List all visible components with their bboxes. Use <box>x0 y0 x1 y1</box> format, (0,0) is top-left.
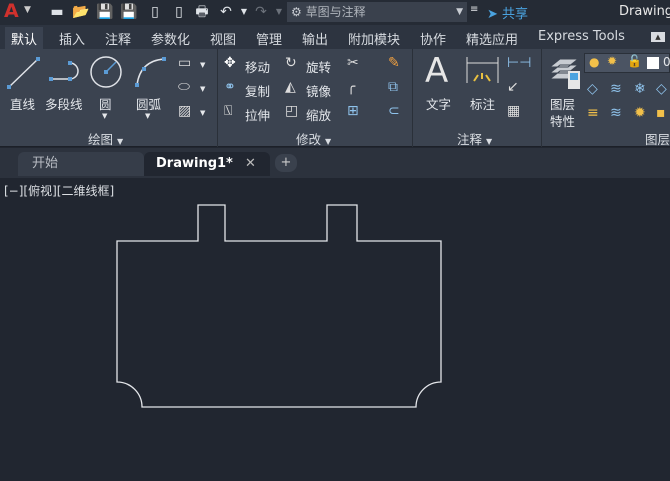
drawn-outline <box>116 204 442 408</box>
drawing-canvas[interactable] <box>0 0 670 481</box>
